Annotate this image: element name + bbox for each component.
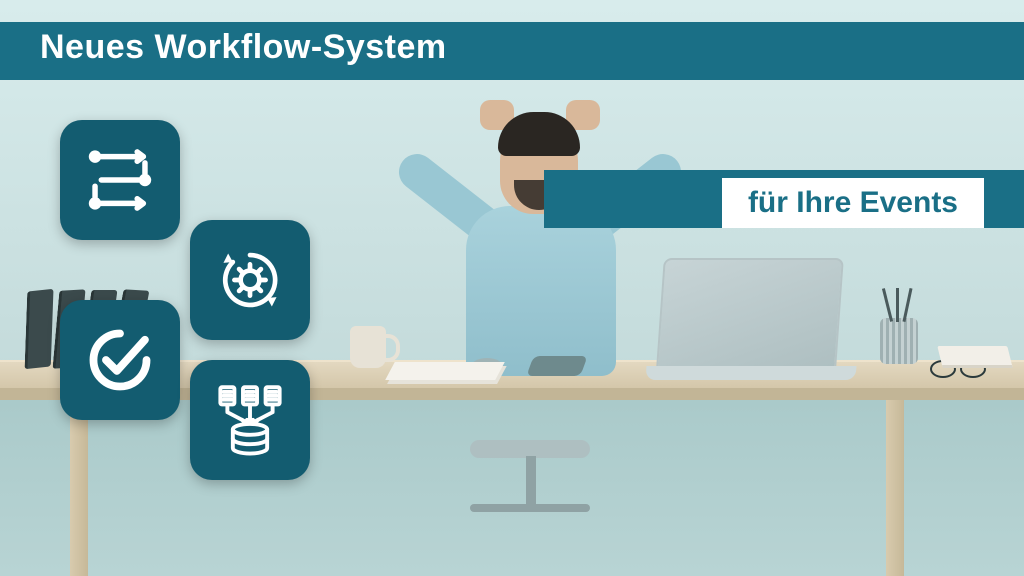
pens <box>884 292 914 322</box>
person-relaxed <box>380 82 700 442</box>
workflow-path-icon <box>60 120 180 240</box>
papers <box>385 362 505 380</box>
laptop-base <box>646 366 857 380</box>
promo-graphic: Neues Workflow-System für Ihre Events <box>0 0 1024 576</box>
office-chair <box>430 440 630 560</box>
documents-to-database-icon <box>190 360 310 480</box>
subheadline-text: für Ihre Events <box>722 178 984 228</box>
headline-text: Neues Workflow-System <box>40 28 447 67</box>
laptop <box>656 258 844 368</box>
desk-leg <box>886 400 904 576</box>
coffee-mug <box>350 326 386 368</box>
gear-cycle-icon <box>190 220 310 340</box>
checkmark-circle-icon <box>60 300 180 420</box>
desk-leg <box>70 400 88 576</box>
open-book <box>937 346 1012 368</box>
pen-cup <box>880 318 918 364</box>
torso-shirt <box>466 206 616 376</box>
smartphone <box>526 356 587 376</box>
